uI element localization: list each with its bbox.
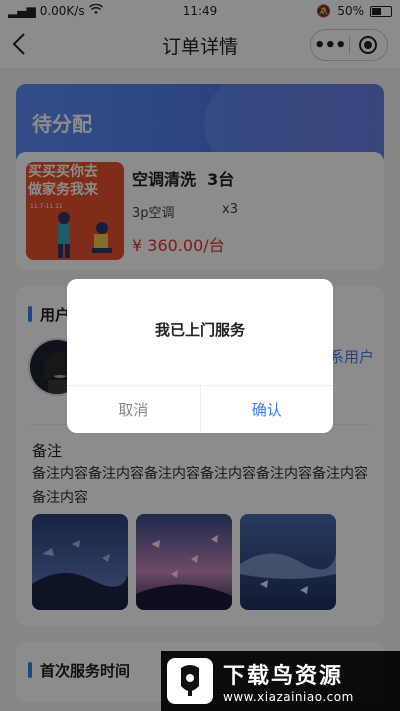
- confirm-button[interactable]: 确认: [201, 386, 334, 433]
- cancel-button[interactable]: 取消: [67, 386, 201, 433]
- watermark: 下载鸟资源 www.xiazainiao.com: [161, 651, 400, 711]
- dialog-message: 我已上门服务: [154, 321, 245, 339]
- watermark-logo-icon: [167, 658, 213, 704]
- dialog-buttons: 取消 确认: [67, 385, 333, 433]
- watermark-url: www.xiazainiao.com: [223, 690, 354, 704]
- confirm-dialog: 我已上门服务 取消 确认: [67, 279, 333, 433]
- watermark-text: 下载鸟资源 www.xiazainiao.com: [223, 658, 354, 704]
- watermark-title: 下载鸟资源: [223, 664, 344, 689]
